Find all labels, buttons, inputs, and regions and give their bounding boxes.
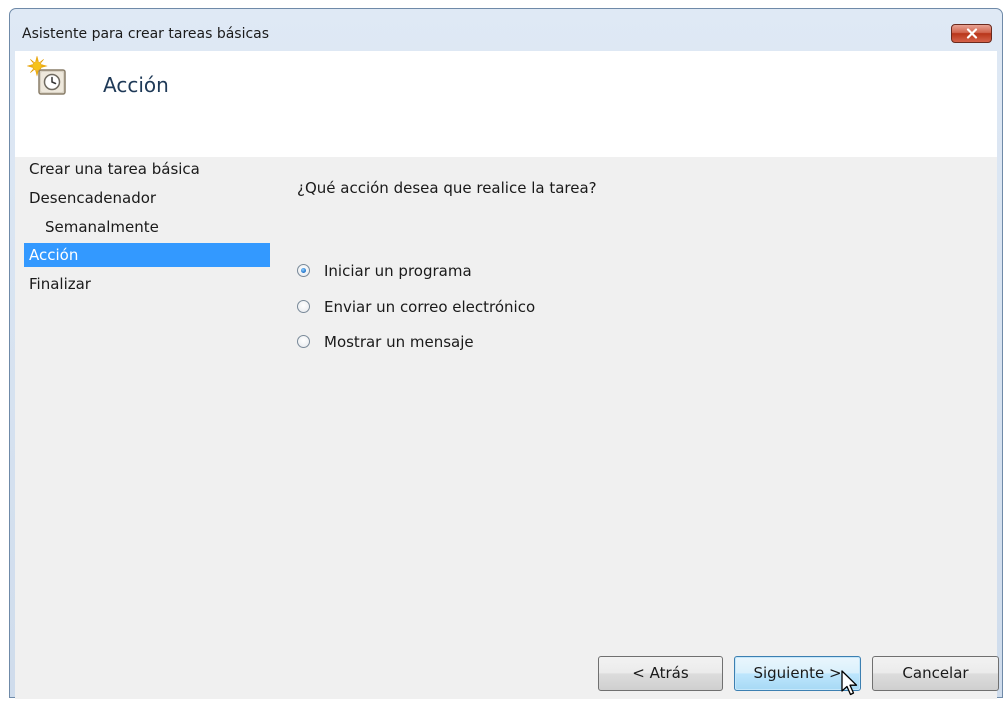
action-question: ¿Qué acción desea que realice la tarea? <box>297 179 597 197</box>
close-button[interactable] <box>951 24 992 43</box>
option-label: Mostrar un mensaje <box>324 333 474 351</box>
nav-item-finalizar[interactable]: Finalizar <box>24 272 270 296</box>
wizard-header: Acción <box>15 51 997 157</box>
nav-item-crear-tarea[interactable]: Crear una tarea básica <box>24 157 270 181</box>
title-bar[interactable]: Asistente para crear tareas básicas <box>10 9 1002 51</box>
nav-item-label: Desencadenador <box>29 189 157 207</box>
cancel-button[interactable]: Cancelar <box>872 656 999 691</box>
task-scheduler-clock-icon <box>27 56 66 95</box>
nav-item-label: Acción <box>29 246 79 264</box>
nav-item-label: Semanalmente <box>45 218 159 236</box>
nav-item-desencadenador[interactable]: Desencadenador <box>24 186 270 210</box>
nav-item-accion[interactable]: Acción <box>24 243 270 267</box>
page-title: Acción <box>103 73 169 97</box>
nav-item-semanalmente[interactable]: Semanalmente <box>24 215 270 239</box>
nav-item-label: Finalizar <box>29 275 91 293</box>
mouse-pointer-icon <box>841 670 858 696</box>
option-label: Iniciar un programa <box>324 262 472 280</box>
back-button[interactable]: < Atrás <box>598 656 723 691</box>
radio-button[interactable] <box>297 335 310 348</box>
radio-button[interactable] <box>297 264 310 277</box>
wizard-content: Crear una tarea básica Desencadenador Se… <box>15 157 999 699</box>
wizard-window: Asistente para crear tareas básicas Acci… <box>9 8 1003 699</box>
window-title: Asistente para crear tareas básicas <box>22 26 270 42</box>
option-label: Enviar un correo electrónico <box>324 298 536 316</box>
nav-item-label: Crear una tarea básica <box>29 160 200 178</box>
radio-button[interactable] <box>297 300 310 313</box>
close-icon <box>966 28 978 39</box>
